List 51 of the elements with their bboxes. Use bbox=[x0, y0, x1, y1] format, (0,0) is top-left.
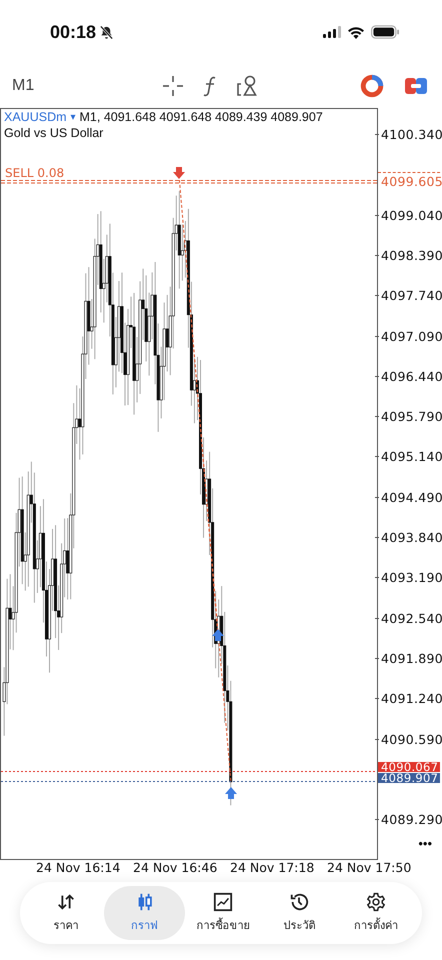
price-tick-label: 4095.140 bbox=[378, 448, 442, 466]
bell-slash-icon bbox=[99, 24, 114, 40]
nav-tab[interactable]: กราฟ bbox=[104, 886, 185, 940]
time-label: 24 Nov 17:18 bbox=[230, 860, 315, 877]
timeframe-label[interactable]: M1 bbox=[12, 77, 162, 95]
crosshair-icon[interactable] bbox=[162, 75, 184, 97]
function-icon[interactable] bbox=[202, 75, 218, 97]
donut-icon[interactable] bbox=[360, 74, 384, 98]
sell-arrow-icon bbox=[173, 167, 185, 179]
wifi-icon bbox=[347, 26, 365, 38]
nav-tab[interactable]: การตั้งค่า bbox=[338, 886, 414, 940]
symbol-selector[interactable]: XAUUSDm bbox=[4, 110, 67, 124]
buy-arrow-icon bbox=[225, 787, 237, 799]
caret-icon[interactable]: ▾ bbox=[70, 111, 76, 123]
line-chart-icon bbox=[212, 892, 234, 912]
price-tag: 4089.907 bbox=[378, 772, 440, 783]
price-tick-label: 4091.240 bbox=[378, 690, 442, 708]
price-tick-label: 4096.440 bbox=[378, 368, 442, 385]
time-label: 24 Nov 16:14 bbox=[36, 860, 121, 877]
more-icon[interactable]: ••• bbox=[418, 836, 432, 851]
time-label: 24 Nov 17:50 bbox=[327, 860, 412, 877]
order-label: SELL 0.08 bbox=[5, 166, 64, 180]
toggle-icon[interactable] bbox=[404, 75, 428, 97]
battery-icon bbox=[371, 25, 400, 39]
price-tick-label: 4099.040 bbox=[378, 206, 442, 224]
nav-tab[interactable]: ประวัติ bbox=[261, 886, 338, 940]
price-tag: 4090.067 bbox=[378, 762, 440, 772]
buy-arrow-icon bbox=[212, 629, 224, 641]
price-tick-label: 4095.790 bbox=[378, 408, 442, 426]
time-label: 24 Nov 16:46 bbox=[133, 860, 218, 877]
price-tick-label: 4093.840 bbox=[378, 529, 442, 546]
nav-tab[interactable]: การซื้อขาย bbox=[184, 886, 262, 940]
shapes-icon[interactable] bbox=[236, 75, 258, 97]
price-tick-label: 4100.340 bbox=[378, 126, 442, 143]
price-tick-label: 4091.890 bbox=[378, 650, 442, 667]
settings-icon bbox=[364, 892, 387, 912]
price-tick-label: 4097.090 bbox=[378, 328, 442, 344]
ohlc-values: M1, 4091.648 4091.648 4089.439 4089.907 bbox=[80, 110, 323, 124]
history-icon bbox=[288, 892, 310, 912]
price-tick-label: 4090.590 bbox=[378, 730, 442, 748]
chart-panel[interactable]: XAUUSDm ▾ M1, 4091.648 4091.648 4089.439 4089.907 Gold vs US Dollar SELL 0.08 bbox=[0, 108, 378, 860]
price-tick-label: 4094.490 bbox=[378, 488, 442, 506]
price-tick-label: 4089.290 bbox=[378, 811, 442, 828]
nav-tab[interactable]: ราคา bbox=[28, 886, 104, 940]
price-tick-label: 4098.390 bbox=[378, 246, 442, 264]
price-tick-label: 4093.190 bbox=[378, 569, 442, 586]
price-tick-label: 4092.540 bbox=[378, 610, 442, 627]
status-time: 00:18 bbox=[50, 22, 96, 42]
price-tick-label: 4097.740 bbox=[378, 287, 442, 304]
signal-icon bbox=[323, 26, 341, 38]
symbol-description: Gold vs US Dollar bbox=[4, 126, 104, 140]
